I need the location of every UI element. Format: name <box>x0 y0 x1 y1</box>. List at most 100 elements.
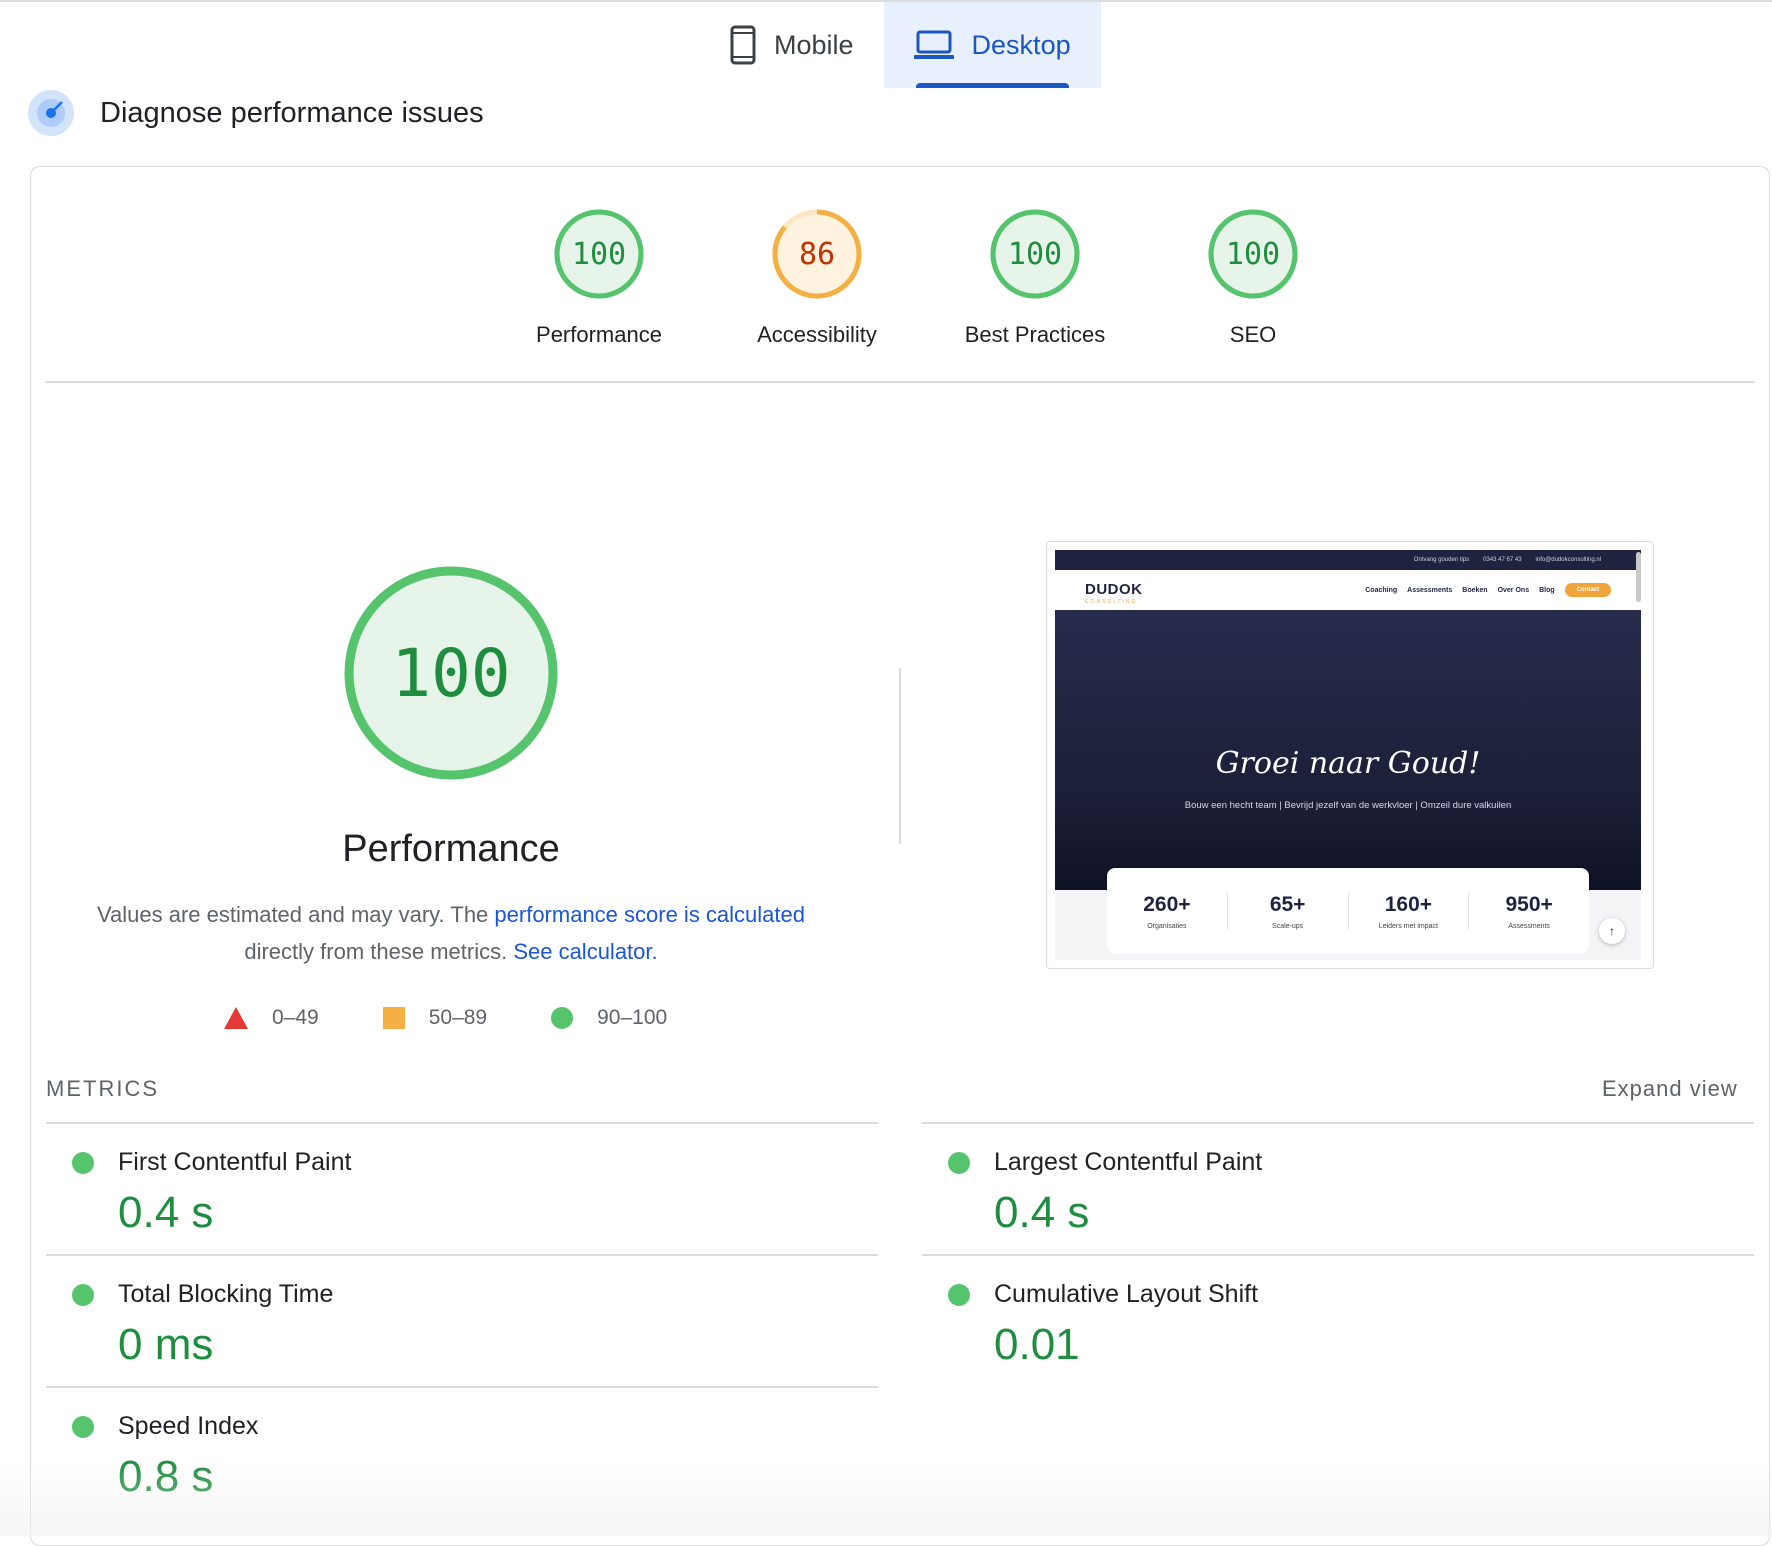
gauge-best-practices[interactable]: 100 Best Practices <box>926 208 1144 348</box>
triangle-icon <box>224 1007 248 1029</box>
tab-mobile-label: Mobile <box>774 29 854 60</box>
desc-text: Values are estimated and may vary. The <box>96 902 495 927</box>
site-stats: 260+ Organisaties 65+ Scale-ups 160+ Leider… <box>1107 868 1589 954</box>
gauge-ring: 100 <box>553 208 645 300</box>
stat-number: 65+ <box>1269 892 1306 916</box>
metrics-header: METRICS <box>46 1076 159 1101</box>
section-title: Diagnose performance issues <box>100 96 484 129</box>
laptop-icon <box>913 30 954 59</box>
gauge-label: SEO <box>1229 322 1277 347</box>
site-menu-item: Boeken <box>1462 586 1488 594</box>
metric-value: 0.8 s <box>118 1452 214 1501</box>
metric-value: 0 ms <box>118 1320 214 1369</box>
site-stat: 160+ Leiders met impact <box>1349 892 1470 930</box>
gauge-label: Performance <box>536 322 662 347</box>
device-tabs: Mobile Desktop <box>700 2 1101 88</box>
metric-value: 0.4 s <box>994 1188 1090 1237</box>
metric-total-blocking-time: Total Blocking Time 0 ms <box>46 1256 876 1388</box>
metric-name: Cumulative Layout Shift <box>994 1280 1259 1308</box>
gauge-score: 86 <box>798 236 836 272</box>
legend-label: 50–89 <box>428 1006 488 1029</box>
metric-value: 0.01 <box>994 1320 1080 1369</box>
site-menu: Coaching Assessments Boeken Over Ons Blo… <box>1365 583 1611 597</box>
scroll-up-icon: ↑ <box>1599 918 1625 944</box>
final-screenshot[interactable]: Ontvang gouden tips 0343 47 67 43 info@d… <box>1046 541 1654 969</box>
see-calculator-link[interactable]: See calculator. <box>513 939 657 964</box>
legend-fail: 0–49 <box>224 1006 319 1030</box>
site-topbar-item: info@dudokconsulting.nl <box>1535 557 1601 563</box>
metric-name: Largest Contentful Paint <box>994 1148 1263 1176</box>
legend-average: 50–89 <box>382 1006 488 1030</box>
stat-label: Scale-ups <box>1272 922 1304 930</box>
category-gauges: 100 Performance 86 Accessibility 100 Bes… <box>490 208 1362 348</box>
pass-icon <box>72 1284 94 1306</box>
vertical-divider <box>899 668 901 844</box>
expand-view-button[interactable]: Expand view <box>1602 1076 1738 1102</box>
stat-number: 160+ <box>1384 892 1433 916</box>
stat-number: 260+ <box>1143 892 1191 916</box>
tab-desktop[interactable]: Desktop <box>883 2 1101 88</box>
site-menu-item: Coaching <box>1365 586 1398 594</box>
site-menu-item: Assessments <box>1407 586 1453 594</box>
gauge-ring: 100 <box>989 208 1081 300</box>
pass-icon <box>948 1284 970 1306</box>
site-topbar-item: 0343 47 67 43 <box>1483 557 1522 563</box>
tab-desktop-label: Desktop <box>971 29 1071 60</box>
metric-first-contentful-paint: First Contentful Paint 0.4 s <box>46 1124 876 1256</box>
stat-label: Assessments <box>1508 922 1550 930</box>
metric-name: Speed Index <box>118 1412 259 1440</box>
site-menu-item: Blog <box>1539 586 1555 594</box>
site-headline: Groei naar Goud! <box>1215 746 1481 781</box>
performance-gauge-large: 100 <box>342 564 560 782</box>
gauge-score: 100 <box>571 236 627 272</box>
metric-name: Total Blocking Time <box>118 1280 334 1308</box>
score-legend: 0–49 50–89 90–100 <box>224 1006 731 1030</box>
lighthouse-icon <box>28 90 74 136</box>
gauge-ring: 86 <box>771 208 863 300</box>
site-topbar: Ontvang gouden tips 0343 47 67 43 info@d… <box>1055 550 1641 570</box>
legend-pass: 90–100 <box>551 1006 667 1030</box>
metric-name: First Contentful Paint <box>118 1148 352 1176</box>
diagnose-heading: Diagnose performance issues <box>28 90 484 136</box>
performance-score-large: 100 <box>391 634 511 712</box>
stat-label: Organisaties <box>1147 922 1187 930</box>
gauge-label: Best Practices <box>964 322 1106 347</box>
site-contact-button: Contact <box>1564 583 1611 597</box>
gauge-performance[interactable]: 100 Performance <box>490 208 708 348</box>
site-subline: Bouw een hecht team | Bevrijd jezelf van… <box>1184 800 1512 811</box>
square-icon <box>382 1007 405 1029</box>
gauge-score: 100 <box>1225 236 1281 272</box>
circle-icon <box>551 1007 574 1029</box>
gauge-seo[interactable]: 100 SEO <box>1144 208 1362 348</box>
metric-speed-index: Speed Index 0.8 s <box>46 1388 876 1520</box>
site-preview: Ontvang gouden tips 0343 47 67 43 info@d… <box>1055 550 1641 960</box>
site-scrollbar <box>1636 552 1641 602</box>
stat-number: 950+ <box>1505 892 1553 916</box>
site-logo-sub: CONSULTING <box>1085 599 1138 605</box>
pass-icon <box>72 1152 94 1174</box>
gauge-score: 100 <box>1007 236 1063 272</box>
pass-icon <box>948 1152 970 1174</box>
site-logo: DUDOK <box>1085 581 1143 598</box>
metric-value: 0.4 s <box>118 1188 214 1237</box>
score-calculated-link[interactable]: performance score is calculated <box>494 902 805 927</box>
gauge-accessibility[interactable]: 86 Accessibility <box>708 208 926 348</box>
gauge-ring: 100 <box>1207 208 1299 300</box>
tab-mobile[interactable]: Mobile <box>700 2 884 88</box>
stat-label: Leiders met impact <box>1378 922 1438 930</box>
site-stat: 65+ Scale-ups <box>1228 892 1349 930</box>
phone-icon <box>730 25 756 65</box>
legend-label: 0–49 <box>272 1006 319 1029</box>
divider <box>45 381 1755 383</box>
metric-cumulative-layout-shift: Cumulative Layout Shift 0.01 <box>922 1256 1752 1388</box>
metric-largest-contentful-paint: Largest Contentful Paint 0.4 s <box>922 1124 1752 1256</box>
gauge-label: Accessibility <box>757 322 877 347</box>
site-stat: 950+ Assessments <box>1469 893 1589 930</box>
site-nav: DUDOK CONSULTING Coaching Assessments Bo… <box>1055 570 1641 610</box>
performance-title: Performance <box>342 828 560 870</box>
site-menu-item: Over Ons <box>1497 586 1530 594</box>
legend-label: 90–100 <box>597 1006 668 1029</box>
desc-text: directly from these metrics. <box>244 939 514 964</box>
performance-description: Values are estimated and may vary. The p… <box>80 896 822 970</box>
site-topbar-item: Ontvang gouden tips <box>1413 557 1470 563</box>
